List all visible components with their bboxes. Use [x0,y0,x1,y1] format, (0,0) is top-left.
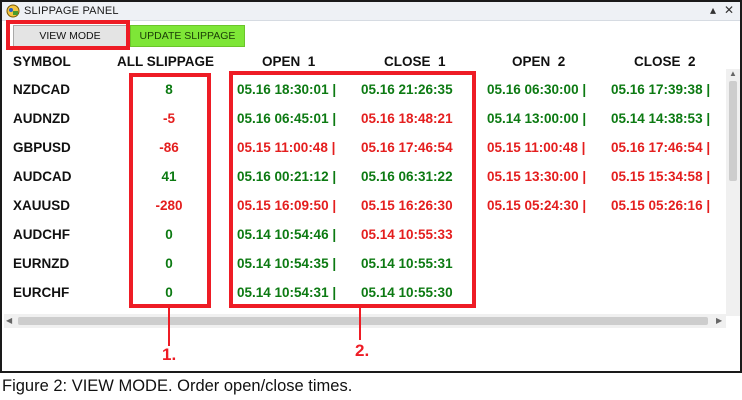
symbol-cell: XAUUSD [13,198,71,213]
annotation-label-1: 1. [162,345,177,364]
symbol-cell: AUDNZD [13,111,70,126]
symbol-cell: EURCHF [13,285,70,300]
scroll-left-icon[interactable]: ◀ [6,316,12,325]
view-mode-highlight-box [6,20,130,50]
slippage-panel-window: SLIPPAGE PANEL ▴ ✕ VIEW MODE UPDATE SLIP… [0,0,742,373]
horizontal-scroll-thumb[interactable] [18,317,708,325]
scroll-up-icon[interactable]: ▲ [729,69,737,78]
open-2-cell: 05.15 13:30:00 | [487,169,587,184]
annotation-label-2: 2. [355,341,370,360]
vertical-scroll-thumb[interactable] [729,81,737,181]
close-2-cell: 05.16 17:39:38 | [611,82,711,97]
symbol-cell: EURNZD [13,256,70,271]
open-2-cell: 05.15 05:24:30 | [487,198,587,213]
symbol-cell: AUDCAD [13,169,72,184]
horizontal-scrollbar[interactable]: ◀ ▶ [4,314,726,328]
times-highlight-box [229,71,476,308]
figure-caption: Figure 2: VIEW MODE. Order open/close ti… [2,377,353,395]
annotation-lead-line-1 [168,308,170,346]
open-2-cell: 05.16 06:30:00 | [487,82,587,97]
vertical-scrollbar[interactable]: ▲ [726,69,740,316]
column-header-open-2: OPEN 2 [512,54,566,69]
column-header-open-1: OPEN 1 [262,54,316,69]
column-header-symbol: SYMBOL [13,54,71,69]
column-header-all-slippage: ALL SLIPPAGE [117,54,215,69]
slippage-highlight-box [129,73,211,308]
annotation-lead-line-2 [359,308,361,340]
open-2-cell: 05.15 11:00:48 | [487,140,586,155]
close-2-cell: 05.15 05:26:16 | [611,198,711,213]
column-header-close-2: CLOSE 2 [634,54,696,69]
symbol-cell: NZDCAD [13,82,70,97]
open-2-cell: 05.14 13:00:00 | [487,111,587,126]
close-icon[interactable]: ✕ [722,3,736,17]
update-slippage-button[interactable]: UPDATE SLIPPAGE [130,25,245,47]
close-2-cell: 05.16 17:46:54 | [611,140,711,155]
title-bar[interactable]: SLIPPAGE PANEL ▴ ✕ [2,2,740,21]
close-2-cell: 05.15 15:34:58 | [611,169,711,184]
symbol-cell: AUDCHF [13,227,70,242]
minimize-icon[interactable]: ▴ [706,3,720,17]
scroll-right-icon[interactable]: ▶ [716,316,722,325]
window-title: SLIPPAGE PANEL [24,5,119,17]
column-header-close-1: CLOSE 1 [384,54,446,69]
app-logo-icon [6,4,20,18]
close-2-cell: 05.14 14:38:53 | [611,111,711,126]
symbol-cell: GBPUSD [13,140,71,155]
